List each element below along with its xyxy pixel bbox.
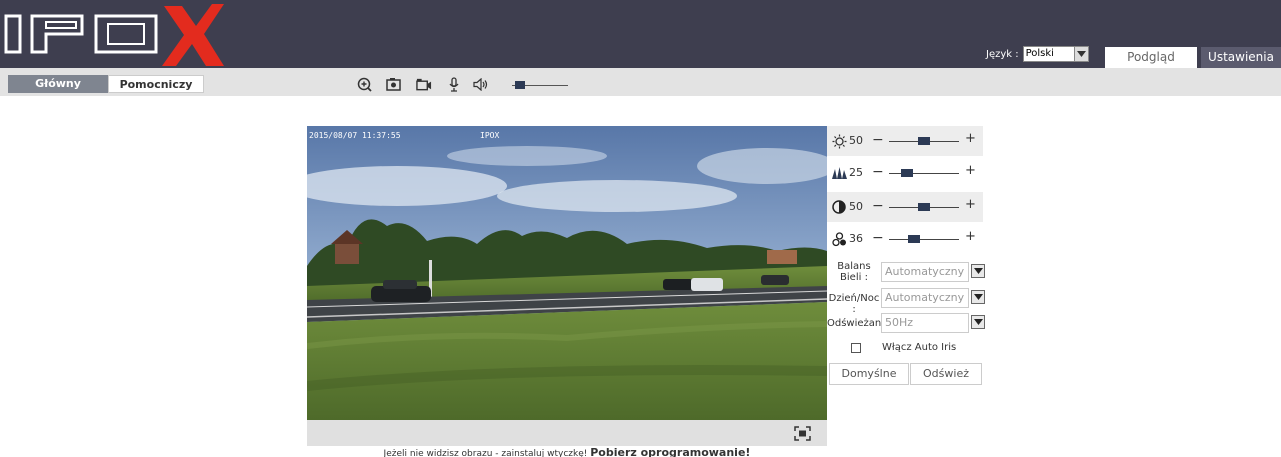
ipox-logo [4,4,224,66]
white-balance-label: Balans Bieli : [827,261,881,283]
language-label: Język : [986,48,1019,60]
refresh-rate-select[interactable]: 50Hz [881,313,969,333]
microphone-icon[interactable] [446,76,462,92]
contrast-decrease-button[interactable]: − [872,198,884,214]
brightness-decrease-button[interactable]: − [872,132,884,148]
chevron-down-icon[interactable] [971,315,985,329]
contrast-slider: 50 − + [827,192,983,222]
saturation-track[interactable] [889,239,959,240]
sharpness-icon [831,165,847,181]
refresh-button[interactable]: Odśwież [910,363,982,385]
auto-iris-row: Włącz Auto Iris [827,340,983,356]
refresh-rate-row: Odświeżanie 50Hz [827,311,985,335]
brightness-slider: 50 − + [827,126,983,156]
default-button[interactable]: Domyślne [829,363,909,385]
download-software-link[interactable]: Pobierz oprogramowanie! [590,446,750,457]
plugin-install-message: Jeżeli nie widzisz obrazu - zainstaluj w… [0,446,1134,457]
language-value: Polski [1025,48,1054,59]
sharpness-slider: 25 − + [827,158,983,188]
fullscreen-icon[interactable] [793,425,811,441]
volume-slider-thumb[interactable] [515,81,526,89]
sharpness-increase-button[interactable]: + [965,163,976,178]
video-control-bar [307,420,827,446]
plugin-message-text: Jeżeli nie widzisz obrazu - zainstaluj w… [383,449,588,457]
saturation-value: 36 [849,232,863,245]
top-header: Język : Polski Podgląd Ustawienia [0,0,1281,68]
saturation-icon [831,231,847,247]
sharpness-decrease-button[interactable]: − [872,164,884,180]
white-balance-select[interactable]: Automatyczny [881,262,969,282]
brightness-value: 50 [849,134,863,147]
chevron-down-icon[interactable] [971,290,985,304]
day-night-row: Dzień/Noc : Automatyczny [827,286,985,315]
refresh-rate-label: Odświeżanie [827,318,891,329]
camera-feed-image [307,126,827,420]
snapshot-icon[interactable] [385,76,401,92]
tab-main-stream[interactable]: Główny [8,75,108,93]
osd-timestamp: 2015/08/07 11:37:55 [309,131,401,140]
live-video[interactable]: 2015/08/07 11:37:55 IPOX [307,126,827,420]
speaker-icon[interactable] [473,76,489,92]
brightness-increase-button[interactable]: + [965,131,976,146]
zoom-in-icon[interactable] [356,76,372,92]
saturation-decrease-button[interactable]: − [872,230,884,246]
white-balance-row: Balans Bieli : Automatyczny [827,260,985,284]
contrast-increase-button[interactable]: + [965,197,976,212]
osd-camera-name: IPOX [480,131,500,140]
tab-sub-stream[interactable]: Pomocniczy [108,75,204,93]
sharpness-value: 25 [849,166,863,179]
tab-settings[interactable]: Ustawienia [1201,47,1281,68]
stream-toolbar: Główny Pomocniczy [0,68,1281,96]
auto-iris-checkbox[interactable] [851,343,861,353]
language-select[interactable]: Polski [1022,46,1089,62]
chevron-down-icon[interactable] [971,264,985,278]
auto-iris-label: Włącz Auto Iris [882,342,957,353]
brightness-icon [831,133,847,149]
sharpness-thumb[interactable] [900,169,913,177]
saturation-increase-button[interactable]: + [965,229,976,244]
contrast-icon [831,199,847,215]
tab-live-view[interactable]: Podgląd [1105,47,1197,68]
contrast-thumb[interactable] [918,203,930,211]
white-balance-label-line1: Balans [837,261,871,272]
sharpness-track[interactable] [889,173,959,174]
language-selector: Język : Polski [986,46,1089,62]
brightness-thumb[interactable] [918,137,930,145]
day-night-select[interactable]: Automatyczny [881,288,969,308]
saturation-thumb[interactable] [908,235,921,243]
saturation-slider: 36 − + [827,224,983,254]
record-icon[interactable] [416,76,432,92]
white-balance-label-line2: Bieli : [840,272,868,283]
chevron-down-icon[interactable] [1073,47,1088,61]
contrast-value: 50 [849,200,863,213]
